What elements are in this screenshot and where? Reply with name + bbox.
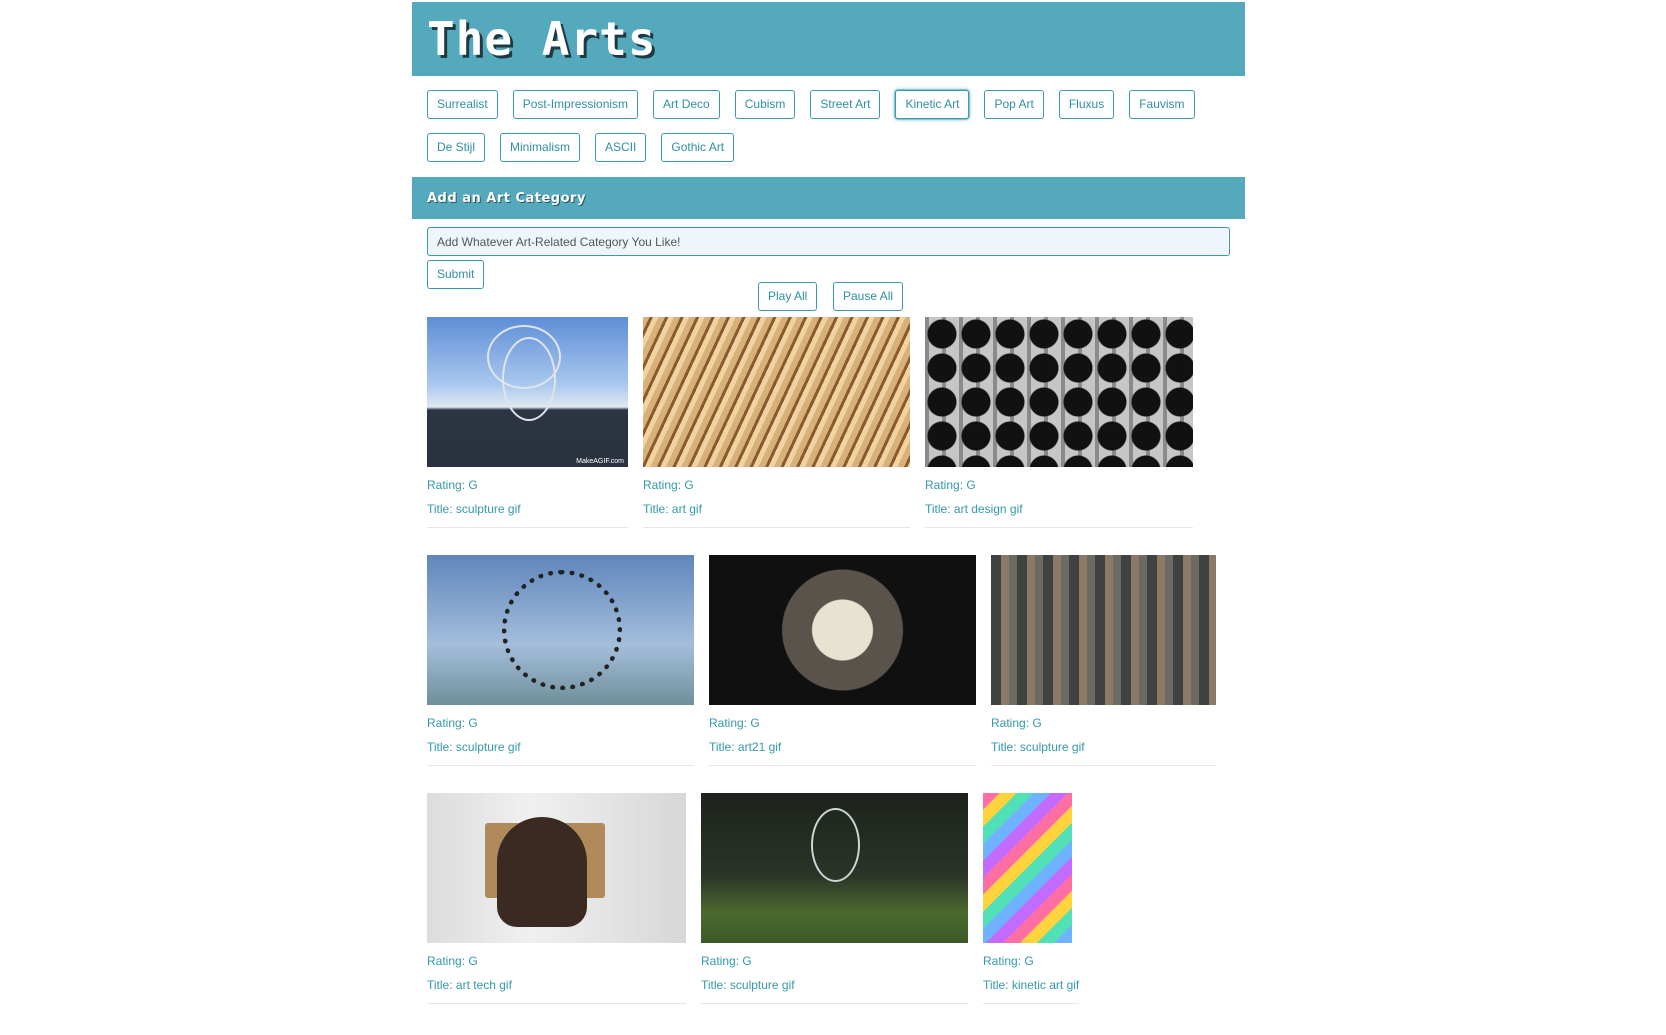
gif-image[interactable] — [709, 555, 976, 705]
gif-meta: Rating: G Title: art gif — [643, 473, 910, 528]
category-button-ascii[interactable]: ASCII — [595, 133, 647, 162]
category-button-surrealist[interactable]: Surrealist — [427, 90, 498, 119]
gif-meta: Rating: G Title: sculpture gif — [701, 949, 968, 1004]
gif-image[interactable] — [427, 793, 686, 943]
gif-meta: Rating: G Title: art tech gif — [427, 949, 686, 1004]
gif-image[interactable] — [983, 793, 1072, 943]
gif-rating: Rating: G — [991, 716, 1042, 730]
submit-button[interactable]: Submit — [427, 260, 485, 289]
category-button-kinetic-art[interactable]: Kinetic Art — [895, 90, 970, 119]
gif-image[interactable] — [991, 555, 1216, 705]
gif-grid: MakeAGIF.com Rating: G Title: sculpture … — [412, 317, 1245, 1004]
sculpture-dot-ring — [502, 570, 622, 690]
gif-meta: Rating: G Title: kinetic art gif — [983, 949, 1080, 1004]
add-category-form: Submit Play All Pause All — [412, 219, 1245, 317]
add-category-header: Add an Art Category — [412, 177, 1245, 219]
add-category-heading: Add an Art Category — [427, 190, 586, 206]
gif-title: Title: art design gif — [925, 502, 1023, 516]
category-input[interactable] — [427, 227, 1230, 256]
gif-card: Rating: G Title: kinetic art gif — [983, 793, 1080, 1004]
category-button-gothic-art[interactable]: Gothic Art — [661, 133, 735, 162]
gif-title: Title: sculpture gif — [701, 978, 795, 992]
gif-rating: Rating: G — [427, 478, 478, 492]
gif-title: Title: art tech gif — [427, 978, 512, 992]
sculpture-ring — [811, 808, 860, 882]
gif-title: Title: sculpture gif — [427, 740, 521, 754]
category-button-fluxus[interactable]: Fluxus — [1058, 90, 1115, 119]
gif-meta: Rating: G Title: sculpture gif — [427, 473, 628, 528]
person-head — [497, 817, 587, 927]
category-button-street-art[interactable]: Street Art — [810, 90, 881, 119]
gif-title: Title: art21 gif — [709, 740, 782, 754]
category-button-post-impressionism[interactable]: Post-Impressionism — [512, 90, 639, 119]
gif-card: Rating: G Title: sculpture gif — [427, 555, 694, 766]
gif-row: MakeAGIF.com Rating: G Title: sculpture … — [427, 317, 1230, 528]
main-container: The Arts Surrealist Post-Impressionism A… — [412, 2, 1245, 1031]
gif-card: Rating: G Title: art design gif — [925, 317, 1193, 528]
gif-image[interactable] — [701, 793, 968, 943]
pause-all-button[interactable]: Pause All — [833, 282, 904, 311]
gif-card: Rating: G Title: sculpture gif — [701, 793, 968, 1004]
category-button-pop-art[interactable]: Pop Art — [984, 90, 1044, 119]
category-buttons: Surrealist Post-Impressionism Art Deco C… — [412, 76, 1245, 176]
gif-meta: Rating: G Title: art21 gif — [709, 711, 976, 766]
gif-card: MakeAGIF.com Rating: G Title: sculpture … — [427, 317, 628, 528]
gif-card: Rating: G Title: art21 gif — [709, 555, 976, 766]
gif-rating: Rating: G — [643, 478, 694, 492]
category-button-art-deco[interactable]: Art Deco — [653, 90, 720, 119]
gif-rating: Rating: G — [427, 954, 478, 968]
gif-meta: Rating: G Title: sculpture gif — [427, 711, 694, 766]
gif-image[interactable] — [643, 317, 910, 467]
gif-title: Title: kinetic art gif — [983, 978, 1080, 992]
category-button-cubism[interactable]: Cubism — [734, 90, 796, 119]
gif-rating: Rating: G — [983, 954, 1034, 968]
page: The Arts Surrealist Post-Impressionism A… — [0, 0, 1666, 1035]
category-button-de-stijl[interactable]: De Stijl — [427, 133, 486, 162]
gif-rating: Rating: G — [427, 716, 478, 730]
category-button-fauvism[interactable]: Fauvism — [1129, 90, 1195, 119]
gif-rating: Rating: G — [709, 716, 760, 730]
category-button-minimalism[interactable]: Minimalism — [500, 133, 581, 162]
gif-row: Rating: G Title: art tech gif Rating: G … — [427, 793, 1230, 1004]
gif-row: Rating: G Title: sculpture gif Rating: G… — [427, 555, 1230, 766]
gif-meta: Rating: G Title: sculpture gif — [991, 711, 1216, 766]
gif-title: Title: sculpture gif — [427, 502, 521, 516]
gif-image[interactable]: MakeAGIF.com — [427, 317, 628, 467]
gif-card: Rating: G Title: art gif — [643, 317, 910, 528]
play-all-button[interactable]: Play All — [758, 282, 818, 311]
gif-card: Rating: G Title: art tech gif — [427, 793, 686, 1004]
site-title: The Arts — [427, 12, 657, 66]
gif-image[interactable] — [925, 317, 1193, 467]
gif-card: Rating: G Title: sculpture gif — [991, 555, 1216, 766]
gif-title: Title: sculpture gif — [991, 740, 1085, 754]
gif-image[interactable] — [427, 555, 694, 705]
site-header: The Arts — [412, 2, 1245, 76]
gif-rating: Rating: G — [701, 954, 752, 968]
sculpture-ring — [502, 337, 556, 421]
gif-watermark: MakeAGIF.com — [576, 458, 624, 465]
gif-rating: Rating: G — [925, 478, 976, 492]
gif-meta: Rating: G Title: art design gif — [925, 473, 1193, 528]
gif-title: Title: art gif — [643, 502, 702, 516]
